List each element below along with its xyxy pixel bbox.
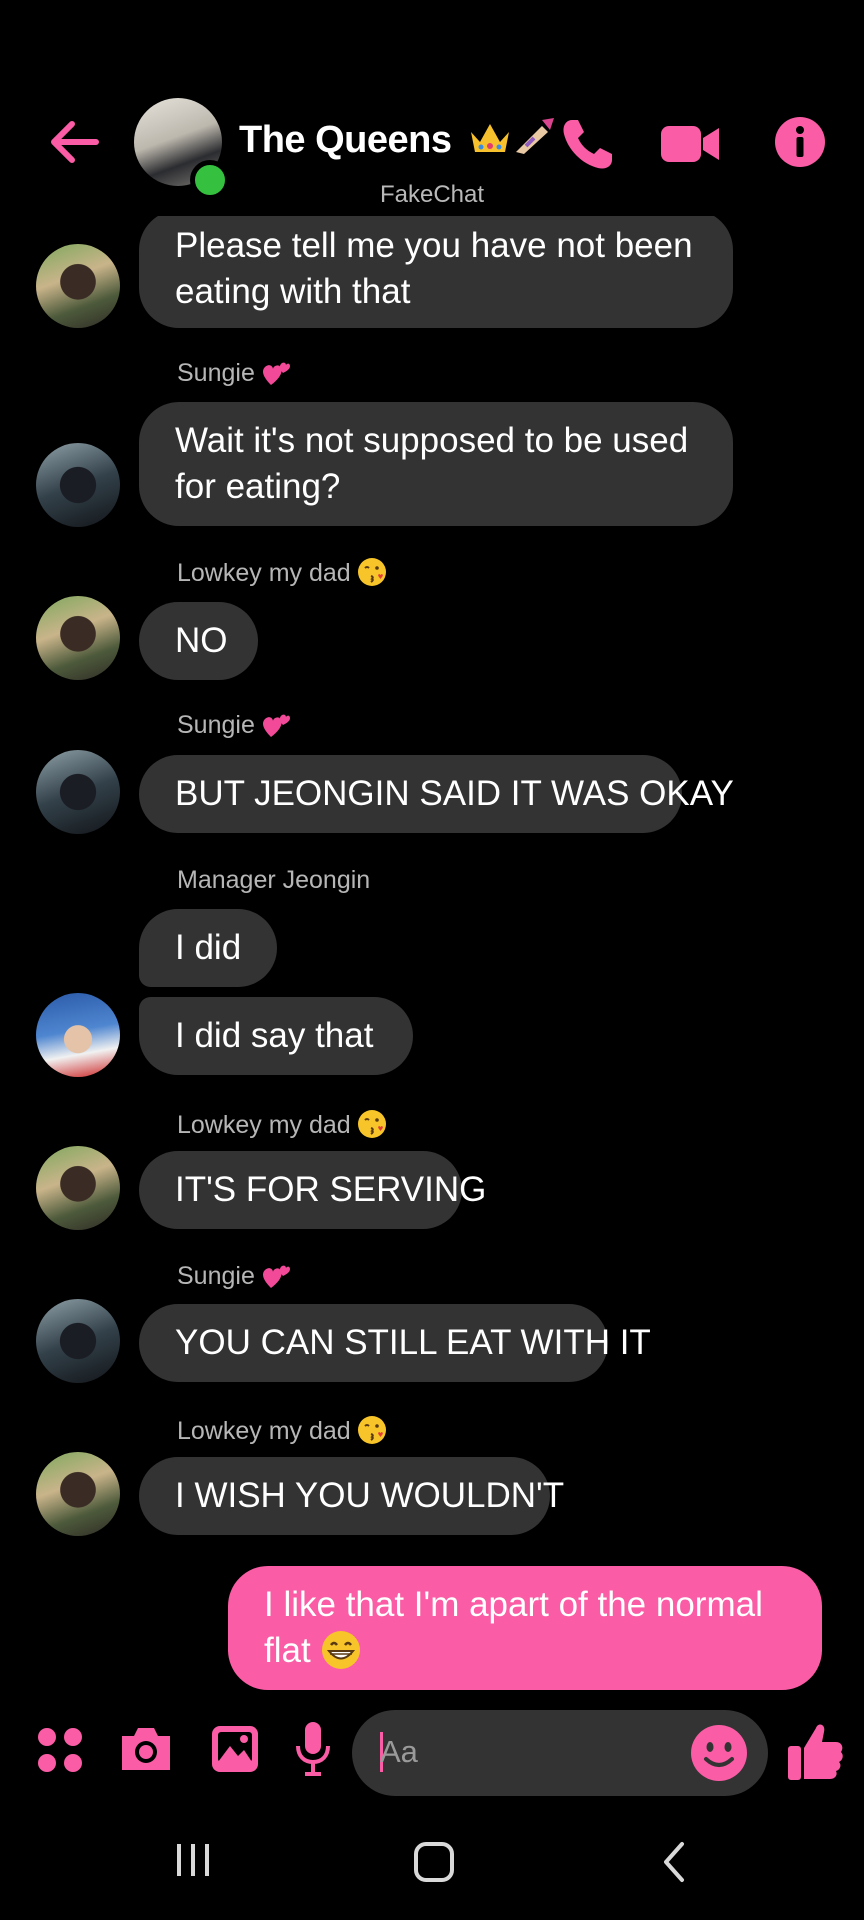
- avatar[interactable]: [36, 1299, 120, 1383]
- kissing-face-emoji: [357, 1110, 386, 1138]
- thumbs-up-icon[interactable]: [786, 1720, 844, 1782]
- back-arrow-icon[interactable]: [46, 114, 102, 170]
- sender-name: Lowkey my dad: [177, 1109, 387, 1140]
- kissing-face-emoji: [357, 1416, 386, 1444]
- message-bubble[interactable]: Wait it's not supposed to be used for ea…: [139, 402, 733, 526]
- avatar[interactable]: [36, 750, 120, 834]
- microphone-icon[interactable]: [294, 1720, 332, 1778]
- info-icon[interactable]: [774, 116, 826, 168]
- my-message-bubble[interactable]: I like that I'm apart of the normal flat: [228, 1566, 822, 1690]
- nav-back-icon[interactable]: [656, 1840, 692, 1884]
- chat-subtitle: FakeChat: [379, 181, 485, 208]
- message-bubble[interactable]: I WISH YOU WOULDN'T: [139, 1457, 564, 1535]
- system-navigation-bar: [0, 1810, 864, 1920]
- avatar[interactable]: [36, 1452, 120, 1536]
- grinning-face-emoji: [321, 1631, 360, 1669]
- sender-name: Sungie: [177, 359, 291, 388]
- two-hearts-emoji: [262, 1265, 290, 1288]
- crown-emoji: [470, 124, 509, 152]
- chat-title[interactable]: The Queens: [239, 116, 558, 162]
- sender-name: Manager Jeongin: [177, 866, 371, 894]
- avatar[interactable]: [36, 1146, 120, 1230]
- home-icon[interactable]: [412, 1840, 456, 1884]
- two-hearts-emoji: [262, 362, 290, 385]
- message-input[interactable]: Aa: [352, 1710, 768, 1796]
- apps-grid-icon[interactable]: [36, 1726, 84, 1774]
- image-icon[interactable]: [210, 1724, 260, 1774]
- message-bubble[interactable]: IT'S FOR SERVING: [139, 1151, 486, 1229]
- phone-icon[interactable]: [558, 114, 618, 174]
- sender-name: Lowkey my dad: [177, 1415, 387, 1446]
- avatar[interactable]: [36, 443, 120, 527]
- sender-name: Lowkey my dad: [177, 557, 387, 588]
- sender-name: Sungie: [177, 711, 291, 740]
- message-bubble[interactable]: I did: [139, 909, 277, 987]
- avatar[interactable]: [36, 244, 120, 328]
- message-bubble[interactable]: I did say that: [139, 997, 413, 1075]
- smiley-icon[interactable]: [690, 1724, 748, 1782]
- message-bubble[interactable]: BUT JEONGIN SAID IT WAS OKAY: [139, 755, 734, 833]
- avatar[interactable]: [36, 596, 120, 680]
- message-bubble[interactable]: Please tell me you have not been eating …: [139, 210, 733, 328]
- chat-header: The Queens FakeChat: [0, 0, 864, 216]
- video-camera-icon[interactable]: [659, 120, 721, 168]
- nail-polish-emoji: [515, 118, 554, 154]
- sender-name: Sungie: [177, 1262, 291, 1291]
- two-hearts-emoji: [262, 714, 290, 737]
- message-bubble[interactable]: NO: [139, 602, 258, 680]
- kissing-face-emoji: [357, 558, 386, 586]
- message-input-placeholder: Aa: [380, 1734, 418, 1769]
- camera-icon[interactable]: [118, 1724, 174, 1774]
- avatar[interactable]: [36, 993, 120, 1077]
- recent-apps-icon[interactable]: [173, 1840, 213, 1880]
- message-bubble[interactable]: YOU CAN STILL EAT WITH IT: [139, 1304, 651, 1382]
